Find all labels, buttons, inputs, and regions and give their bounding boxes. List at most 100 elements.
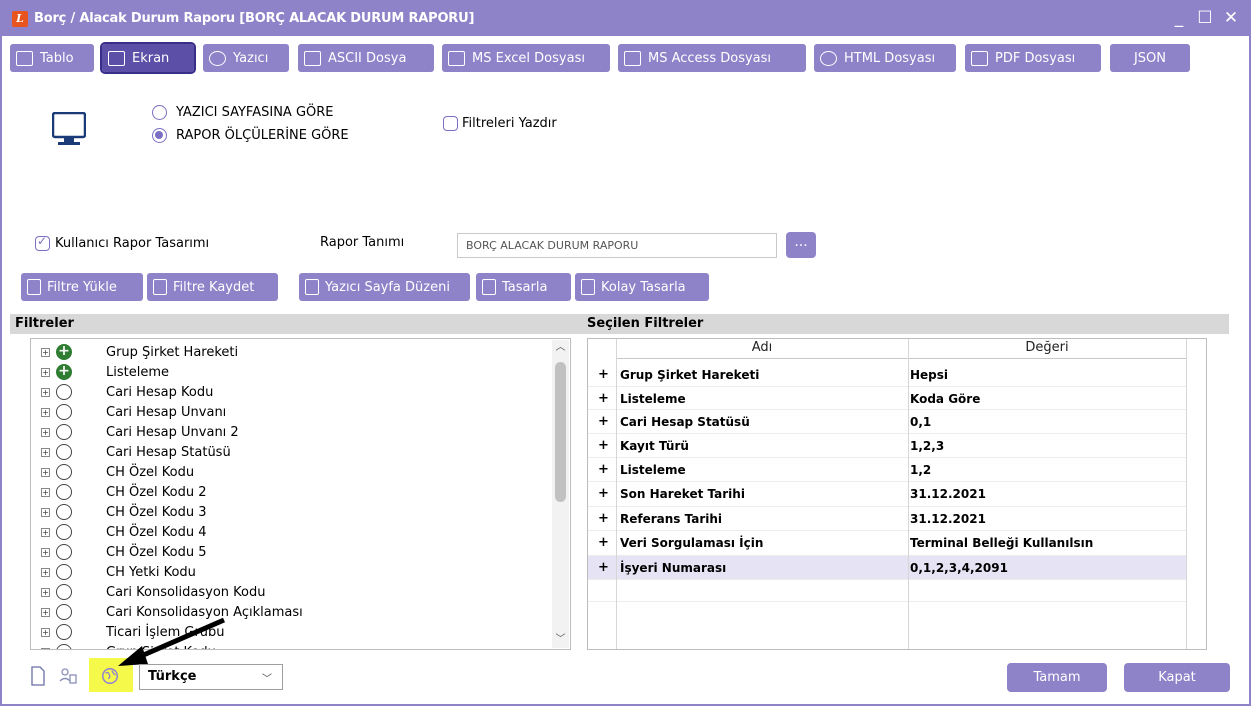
table-icon [16, 50, 33, 66]
expand-icon[interactable]: + [41, 588, 50, 597]
expand-icon[interactable]: + [41, 368, 50, 377]
tree-row[interactable]: + CH Özel Kodu [31, 463, 551, 483]
expand-icon[interactable]: + [41, 548, 50, 557]
tree-row[interactable]: + CH Özel Kodu 3 [31, 503, 551, 523]
grid-cell-name: Listeleme [620, 392, 686, 406]
print-filters-checkbox[interactable] [443, 116, 458, 131]
report-def-input[interactable]: BORÇ ALACAK DURUM RAPORU [457, 233, 777, 258]
grid-row-empty[interactable] [588, 580, 1186, 602]
expand-icon[interactable]: + [598, 560, 612, 575]
grid-header-name[interactable]: Adı [616, 339, 908, 359]
grid-row[interactable]: + Cari Hesap Statüsü 0,1 [588, 410, 1186, 434]
tab-ms-excel[interactable]: MS Excel Dosyası [442, 44, 610, 72]
expand-icon[interactable]: + [41, 468, 50, 477]
tree-row-label: CH Özel Kodu 3 [106, 505, 207, 520]
grid-row[interactable]: + Veri Sorgulaması İçin Terminal Belleği K… [588, 531, 1186, 556]
load-filter-label: Filtre Yükle [47, 279, 117, 295]
tree-row[interactable]: + Cari Hesap Kodu [31, 383, 551, 403]
new-page-icon[interactable] [28, 665, 48, 687]
expand-icon[interactable]: + [41, 528, 50, 537]
expand-icon[interactable]: + [41, 448, 50, 457]
tree-row[interactable]: + Cari Konsolidasyon Açıklaması [31, 603, 551, 623]
close-button[interactable]: Kapat [1124, 663, 1230, 692]
expand-icon[interactable]: + [598, 511, 612, 526]
grid-row[interactable]: + Son Hareket Tarihi 31.12.2021 [588, 482, 1186, 507]
filter-empty-icon [56, 444, 72, 460]
page-layout-button[interactable]: Yazıcı Sayfa Düzeni [299, 273, 470, 301]
expand-icon[interactable]: + [41, 648, 50, 649]
browse-button[interactable]: ... [786, 232, 816, 258]
radio-yazici-sayfasina-gore[interactable] [152, 105, 167, 120]
expand-icon[interactable]: + [41, 388, 50, 397]
grid-row[interactable]: + Kayıt Türü 1,2,3 [588, 434, 1186, 458]
close-window-button[interactable]: ✕ [1221, 7, 1241, 29]
tree-row[interactable]: + CH Özel Kodu 4 [31, 523, 551, 543]
filter-tree-scrollbar[interactable]: ︿ ﹀ [552, 340, 569, 648]
user-settings-icon[interactable] [58, 665, 78, 687]
tree-row[interactable]: + + Listeleme [31, 363, 551, 383]
user-design-checkbox[interactable] [35, 234, 50, 251]
grid-row[interactable]: + Referans Tarihi 31.12.2021 [588, 507, 1186, 531]
tab-label: Ekran [132, 50, 170, 66]
grid-row[interactable]: + Listeleme 1,2 [588, 458, 1186, 482]
expand-icon[interactable]: + [41, 348, 50, 357]
tab-label: JSON [1133, 50, 1167, 66]
tree-row[interactable]: + Cari Hesap Unvanı 2 [31, 423, 551, 443]
tab-ekran[interactable]: Ekran [100, 42, 196, 74]
expand-icon[interactable]: + [598, 414, 612, 429]
scroll-thumb[interactable] [555, 362, 566, 502]
tree-row[interactable]: + Cari Konsolidasyon Kodu [31, 583, 551, 603]
tab-json[interactable]: JSON [1110, 44, 1190, 72]
filter-tree[interactable]: + + Grup Şirket Hareketi + + Listeleme + Cari H… [30, 338, 571, 650]
tree-row[interactable]: +Grup Şirket Kodu [31, 643, 551, 649]
grid-cell-name: Referans Tarihi [620, 512, 723, 526]
expand-icon[interactable]: + [598, 535, 612, 550]
expand-icon[interactable]: + [598, 367, 612, 382]
design-button[interactable]: Tasarla [476, 273, 571, 301]
expand-icon[interactable]: + [41, 408, 50, 417]
maximize-button[interactable]: ☐ [1195, 7, 1215, 29]
scroll-down-icon[interactable]: ﹀ [552, 632, 569, 648]
language-select[interactable]: Türkçe ﹀ [139, 664, 283, 690]
tab-ms-access[interactable]: MS Access Dosyası [618, 44, 806, 72]
tab-yazici[interactable]: Yazıcı [203, 44, 289, 72]
tree-row[interactable]: + + Grup Şirket Hareketi [31, 343, 551, 363]
save-filter-button[interactable]: Filtre Kaydet [147, 273, 278, 301]
expand-icon[interactable]: + [41, 608, 50, 617]
expand-icon[interactable]: + [41, 628, 50, 637]
tree-row[interactable]: + Cari Hesap Statüsü [31, 443, 551, 463]
tab-pdf-dosya[interactable]: PDF Dosyası [965, 44, 1101, 72]
grid-header-value[interactable]: Değeri [908, 339, 1186, 359]
expand-icon[interactable]: + [598, 438, 612, 453]
tree-row[interactable]: + CH Yetki Kodu [31, 563, 551, 583]
load-filter-button[interactable]: Filtre Yükle [21, 273, 143, 301]
tree-row[interactable]: + Cari Hesap Unvanı [31, 403, 551, 423]
tab-ascii-dosya[interactable]: ASCII Dosya [298, 44, 434, 72]
selected-filters-grid[interactable]: Adı Değeri + Grup Şirket Hareketi Hepsi + Li… [587, 338, 1207, 650]
minimize-button[interactable]: _ [1169, 7, 1189, 29]
expand-icon[interactable]: + [598, 391, 612, 406]
ok-button[interactable]: Tamam [1007, 663, 1107, 692]
grid-cell-name: Cari Hesap Statüsü [620, 415, 750, 429]
scroll-up-icon[interactable]: ︿ [552, 340, 569, 356]
title-bar[interactable]: L Borç / Alacak Durum Raporu [BORÇ ALACA… [2, 2, 1249, 36]
tree-row[interactable]: + Ticari İşlem Grubu [31, 623, 551, 643]
grid-row[interactable]: + İşyeri Numarası 0,1,2,3,4,2091 [588, 556, 1186, 580]
tab-html-dosya[interactable]: HTML Dosyası [814, 44, 956, 72]
easy-design-button[interactable]: Kolay Tasarla [575, 273, 709, 301]
grid-row[interactable]: + Grup Şirket Hareketi Hepsi [588, 363, 1186, 387]
expand-icon[interactable]: + [598, 486, 612, 501]
expand-icon[interactable]: + [41, 508, 50, 517]
tab-label: Tablo [40, 50, 74, 66]
tree-row[interactable]: + CH Özel Kodu 2 [31, 483, 551, 503]
radio-rapor-olculerine-gore[interactable] [152, 128, 167, 143]
tree-row[interactable]: + CH Özel Kodu 5 [31, 543, 551, 563]
tab-tablo[interactable]: Tablo [10, 44, 94, 72]
expand-icon[interactable]: + [598, 462, 612, 477]
logo-app-icon: L [12, 11, 28, 27]
expand-icon[interactable]: + [41, 488, 50, 497]
grid-row[interactable]: + Listeleme Koda Göre [588, 387, 1186, 410]
expand-icon[interactable]: + [41, 428, 50, 437]
expand-icon[interactable]: + [41, 568, 50, 577]
filter-empty-icon [56, 604, 72, 620]
